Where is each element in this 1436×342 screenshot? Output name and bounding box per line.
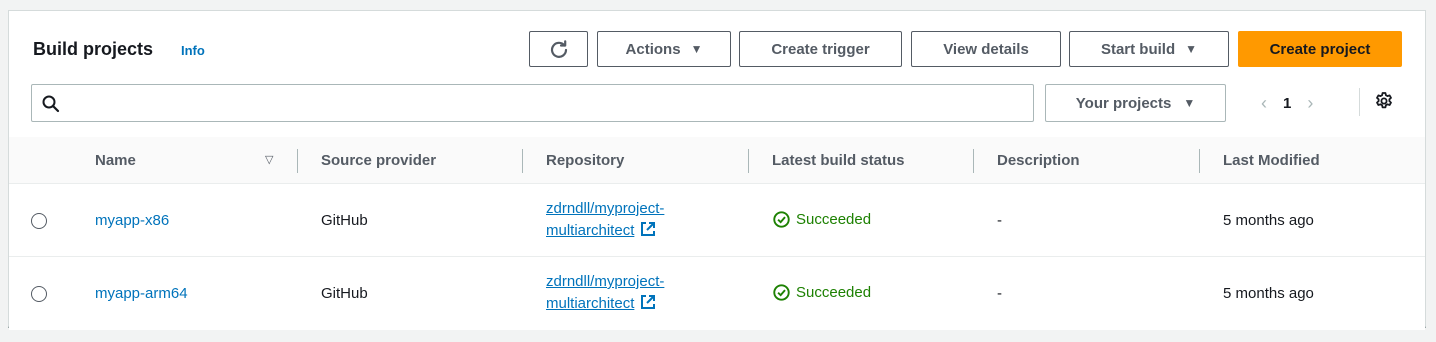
repository-line-1: zdrndll/myproject- — [546, 273, 665, 290]
source-provider: GitHub — [321, 212, 368, 229]
external-link-icon — [641, 295, 656, 309]
table-row[interactable]: myapp-arm64 GitHub zdrndll/myproject- mu… — [9, 258, 1425, 330]
search-icon — [42, 95, 60, 113]
refresh-icon — [550, 40, 567, 58]
caret-down-icon: ▼ — [1183, 96, 1196, 110]
external-link-icon — [641, 222, 656, 236]
caret-down-icon: ▼ — [1185, 42, 1198, 56]
column-header-last-modified[interactable]: Last Modified — [1223, 152, 1320, 169]
filter-row: Your projects ▼ ‹ 1 › — [31, 84, 1399, 124]
repository-line-2: multiarchitect — [546, 295, 635, 312]
previous-page-icon[interactable]: ‹ — [1261, 93, 1267, 114]
divider — [1359, 88, 1360, 116]
project-name-link[interactable]: myapp-arm64 — [95, 285, 188, 302]
column-header-repository[interactable]: Repository — [546, 152, 624, 169]
start-build-label: Start build — [1100, 40, 1176, 58]
sort-descending-icon[interactable]: ▽ — [265, 153, 273, 166]
repository-link[interactable]: zdrndll/myproject- multiarchitect — [546, 198, 664, 242]
column-header-name[interactable]: Name — [95, 152, 136, 169]
search-input[interactable] — [66, 89, 1027, 117]
view-details-button[interactable]: View details — [911, 31, 1061, 67]
create-project-label: Create project — [1269, 40, 1371, 58]
refresh-button[interactable] — [529, 31, 588, 67]
column-header-latest-build-status[interactable]: Latest build status — [772, 152, 905, 169]
last-modified: 5 months ago — [1223, 212, 1314, 229]
column-divider — [973, 149, 974, 173]
create-trigger-label: Create trigger — [771, 40, 870, 58]
actions-label: Actions — [625, 40, 681, 58]
description: - — [997, 212, 1002, 229]
actions-dropdown-button[interactable]: Actions ▼ — [597, 31, 731, 67]
status-text: Succeeded — [796, 211, 872, 228]
status-badge: Succeeded — [773, 211, 871, 228]
status-text: Succeeded — [796, 284, 872, 301]
view-details-label: View details — [943, 40, 1029, 58]
row-select-radio[interactable] — [31, 213, 47, 229]
repository-link[interactable]: zdrndll/myproject- multiarchitect — [546, 271, 664, 315]
description: - — [997, 285, 1002, 302]
success-check-icon — [773, 284, 790, 301]
create-project-button[interactable]: Create project — [1238, 31, 1402, 67]
column-divider — [297, 149, 298, 173]
row-select-radio[interactable] — [31, 286, 47, 302]
success-check-icon — [773, 211, 790, 228]
scope-select[interactable]: Your projects ▼ — [1045, 84, 1226, 122]
status-badge: Succeeded — [773, 284, 871, 301]
column-header-description[interactable]: Description — [997, 152, 1080, 169]
gear-icon[interactable] — [1374, 91, 1394, 111]
panel-header: Build projects Info Actions ▼ Create tri… — [33, 31, 1402, 69]
project-name-link[interactable]: myapp-x86 — [95, 212, 169, 229]
search-box — [31, 84, 1034, 122]
create-trigger-button[interactable]: Create trigger — [739, 31, 902, 67]
table-row[interactable]: myapp-x86 GitHub zdrndll/myproject- mult… — [9, 185, 1425, 257]
page-title: Build projects — [33, 39, 154, 59]
column-divider — [522, 149, 523, 173]
pagination: ‹ 1 › — [1261, 92, 1313, 114]
current-page[interactable]: 1 — [1283, 95, 1291, 112]
info-link[interactable]: Info — [181, 43, 205, 58]
next-page-icon[interactable]: › — [1307, 93, 1313, 114]
repository-line-1: zdrndll/myproject- — [546, 200, 665, 217]
scope-label: Your projects — [1075, 94, 1172, 112]
table-header: Name ▽ Source provider Repository Latest… — [9, 137, 1425, 184]
column-divider — [748, 149, 749, 173]
caret-down-icon: ▼ — [690, 42, 703, 56]
column-header-source-provider[interactable]: Source provider — [321, 152, 436, 169]
column-divider — [1199, 149, 1200, 173]
build-projects-panel: Build projects Info Actions ▼ Create tri… — [8, 10, 1426, 330]
start-build-button[interactable]: Start build ▼ — [1069, 31, 1229, 67]
repository-line-2: multiarchitect — [546, 222, 635, 239]
last-modified: 5 months ago — [1223, 285, 1314, 302]
source-provider: GitHub — [321, 285, 368, 302]
